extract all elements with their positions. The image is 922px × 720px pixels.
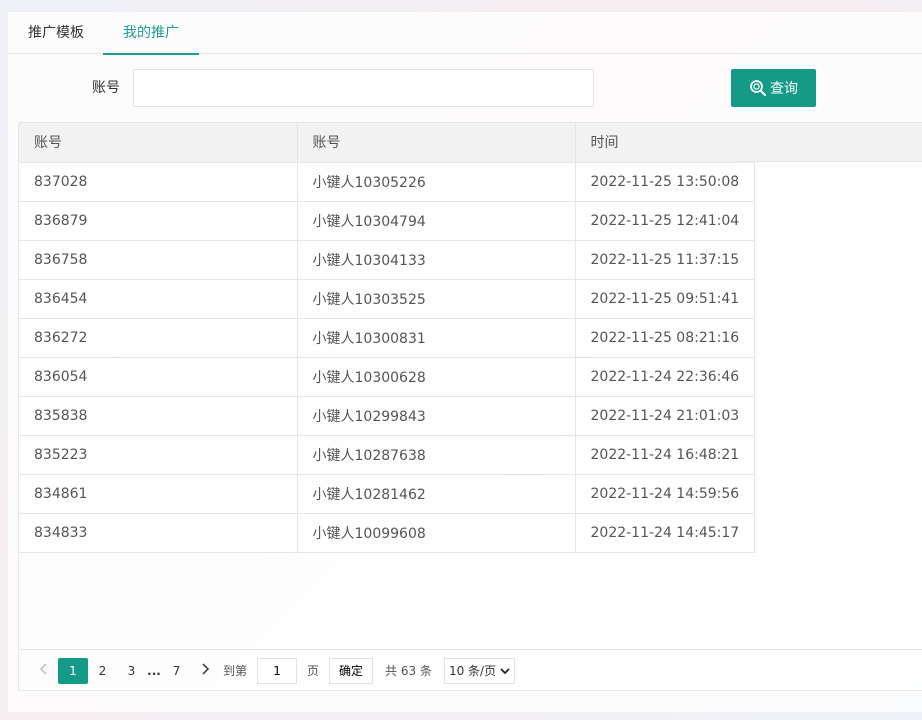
cell-time: 2022-11-25 08:21:16	[575, 318, 756, 358]
cell-account-name: 小键人10304794	[297, 201, 576, 241]
cell-time: 2022-11-24 22:36:46	[575, 357, 756, 397]
cell-account-id: 836454	[19, 279, 298, 319]
cell-account-name: 小键人10299843	[297, 396, 576, 436]
search-icon	[749, 79, 767, 97]
table-row: 836758 小键人10304133 2022-11-25 11:37:15	[19, 240, 756, 280]
table-row: 836454 小键人10303525 2022-11-25 09:51:41	[19, 279, 756, 319]
cell-time: 2022-11-24 14:59:56	[575, 474, 756, 514]
cell-account-name: 小键人10099608	[297, 513, 576, 553]
table-row: 836272 小键人10300831 2022-11-25 08:21:16	[19, 318, 756, 358]
page-button[interactable]: 2	[88, 658, 117, 684]
search-button[interactable]: 查询	[731, 69, 816, 107]
cell-account-id: 834833	[19, 513, 298, 553]
cell-account-name: 小键人10281462	[297, 474, 576, 514]
account-search-label: 账号	[92, 80, 120, 96]
cell-account-id: 836879	[19, 201, 298, 241]
table-row: 835838 小键人10299843 2022-11-24 21:01:03	[19, 396, 756, 436]
cell-time: 2022-11-24 16:48:21	[575, 435, 756, 475]
cell-account-name: 小键人10287638	[297, 435, 576, 475]
main-panel: 推广模板 我的推广 账号 查询 账号 账号 时间 837028 小键人10305…	[8, 12, 922, 712]
cell-time: 2022-11-24 21:01:03	[575, 396, 756, 436]
cell-account-name: 小键人10300628	[297, 357, 576, 397]
table-row: 836879 小键人10304794 2022-11-25 12:41:04	[19, 201, 756, 241]
header-account-name: 账号	[297, 123, 576, 163]
table-row: 834861 小键人10281462 2022-11-24 14:59:56	[19, 474, 756, 514]
page-button-last[interactable]: 7	[162, 658, 191, 684]
goto-page-input[interactable]	[257, 657, 298, 684]
cell-account-name: 小键人10305226	[297, 162, 576, 202]
chevron-left-icon[interactable]	[30, 658, 58, 684]
table-header-fill	[736, 123, 922, 162]
cell-time: 2022-11-25 12:41:04	[575, 201, 756, 241]
table-row: 834833 小键人10099608 2022-11-24 14:45:17	[19, 513, 756, 553]
cell-account-id: 836054	[19, 357, 298, 397]
table-row: 836054 小键人10300628 2022-11-24 22:36:46	[19, 357, 756, 397]
table-row: 835223 小键人10287638 2022-11-24 16:48:21	[19, 435, 756, 475]
tab-bar: 推广模板 我的推广	[8, 12, 922, 55]
tab-my-promotion[interactable]: 我的推广	[103, 12, 199, 55]
promotion-table: 账号 账号 时间 837028 小键人10305226 2022-11-25 13:…	[18, 122, 922, 691]
cell-account-id: 836272	[19, 318, 298, 358]
page-ellipsis: ...	[147, 663, 161, 678]
account-search-input[interactable]	[133, 69, 594, 107]
table-header-row: 账号 账号 时间	[19, 123, 756, 163]
pagination: 1 2 3 ... 7 到第 页 确定 共 63 条 10 条/页	[18, 649, 922, 691]
cell-time: 2022-11-25 11:37:15	[575, 240, 756, 280]
cell-account-name: 小键人10304133	[297, 240, 576, 280]
goto-suffix: 页	[307, 664, 320, 678]
cell-time: 2022-11-25 13:50:08	[575, 162, 756, 202]
cell-account-id: 834861	[19, 474, 298, 514]
cell-account-name: 小键人10303525	[297, 279, 576, 319]
cell-time: 2022-11-24 14:45:17	[575, 513, 756, 553]
cell-account-id: 837028	[19, 162, 298, 202]
page-size-value: 10 条/页	[448, 664, 497, 678]
cell-account-id: 836758	[19, 240, 298, 280]
chevron-down-icon	[500, 664, 510, 678]
page-button[interactable]: 3	[117, 658, 146, 684]
page-size-select[interactable]: 10 条/页	[443, 657, 516, 684]
tab-promo-template[interactable]: 推广模板	[18, 12, 94, 54]
table-row: 837028 小键人10305226 2022-11-25 13:50:08	[19, 162, 756, 202]
cell-account-name: 小键人10300831	[297, 318, 576, 358]
cell-time: 2022-11-25 09:51:41	[575, 279, 756, 319]
header-account-id: 账号	[19, 123, 298, 163]
page-button-current[interactable]: 1	[58, 657, 88, 684]
search-button-label: 查询	[770, 81, 798, 97]
goto-prefix: 到第	[223, 664, 248, 678]
header-time: 时间	[575, 123, 756, 163]
total-count: 共 63 条	[385, 664, 432, 678]
cell-account-id: 835838	[19, 396, 298, 436]
goto-confirm-button[interactable]: 确定	[329, 657, 374, 684]
chevron-right-icon[interactable]	[191, 658, 219, 684]
cell-account-id: 835223	[19, 435, 298, 475]
